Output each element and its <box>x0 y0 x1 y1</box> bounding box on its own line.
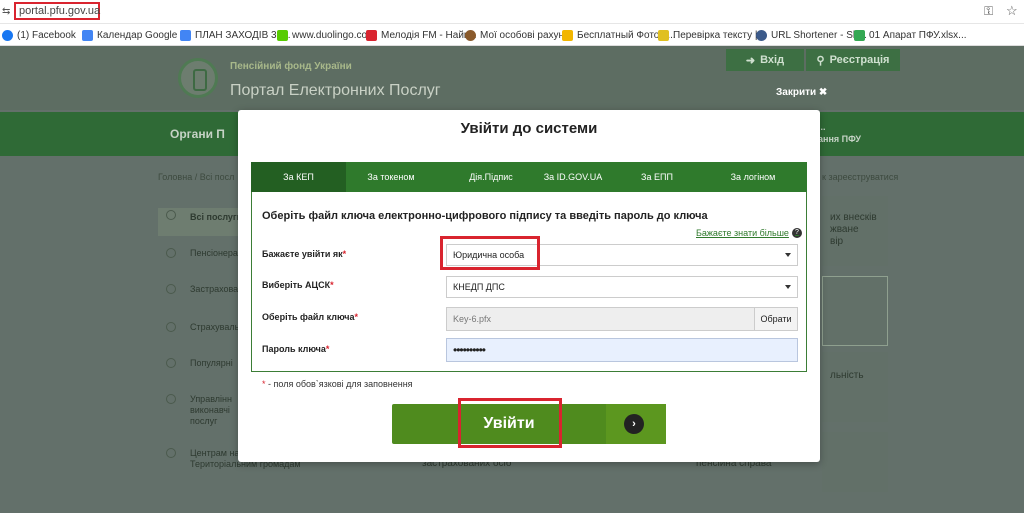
bookmark-facebook[interactable]: (1) Facebook <box>2 27 76 43</box>
question-icon <box>166 358 176 368</box>
sidebar-item-popular[interactable]: Популярні <box>158 356 240 376</box>
bookmark-textcheck[interactable]: Перевірка тексту |... <box>658 27 766 43</box>
tab-login[interactable]: За логіном <box>699 162 807 192</box>
people-icon <box>166 448 176 458</box>
address-bar: ⇆ portal.pfu.gov.ua ⚿ ☆ <box>0 0 1024 24</box>
tab-kep[interactable]: За КЕП <box>251 162 346 192</box>
tab-token[interactable]: За токеном <box>346 162 436 192</box>
register-hint[interactable]: к зареєструватися <box>822 172 898 182</box>
service-card[interactable] <box>822 276 888 346</box>
list-icon <box>166 210 176 220</box>
role-label: Бажаєте увійти як* <box>262 249 347 259</box>
sidebar-item-insured[interactable]: Застрахова <box>158 282 240 302</box>
info-icon <box>166 322 176 332</box>
bookmark-melodia[interactable]: Мелодія FM - Найк... <box>366 27 477 43</box>
annotation-highlight <box>458 398 562 448</box>
doc-icon <box>180 29 191 41</box>
acsk-select[interactable]: КНЕДП ДПС <box>446 276 798 298</box>
form-heading: Оберіть файл ключа електронно-цифрового … <box>262 210 708 222</box>
password-label: Пароль ключа* <box>262 344 330 354</box>
acsk-label: Виберіть АЦСК* <box>262 280 334 290</box>
nav-organs[interactable]: Органи П <box>170 127 225 141</box>
site-info-icon[interactable]: ⇆ <box>2 6 10 17</box>
sidebar-item-insurer[interactable]: Страхувальн <box>158 320 244 340</box>
bookmark-plan[interactable]: ПЛАН ЗАХОДІВ 35... <box>180 27 290 43</box>
submit-arrow-zone[interactable]: › <box>606 404 666 444</box>
sidebar-item-all[interactable]: Всі послуги <box>158 208 242 236</box>
key-file-input[interactable]: Key-6.pfx <box>446 307 798 331</box>
service-card[interactable]: льність <box>822 352 888 422</box>
accounts-icon <box>465 29 476 41</box>
login-icon: ➜ <box>745 54 756 67</box>
sidebar-item-management[interactable]: Управлінн виконавчі послуг <box>158 392 240 432</box>
bookmark-calendar[interactable]: Календар Google -... <box>82 27 192 43</box>
more-info-link[interactable]: Бажаєте знати більше? <box>696 228 802 238</box>
bookmarks-bar: (1) Facebook Календар Google -... ПЛАН З… <box>0 24 1024 46</box>
breadcrumb[interactable]: Головна / Всі посл <box>158 172 234 182</box>
mail-icon <box>166 248 176 258</box>
facebook-icon <box>2 29 13 41</box>
bookmark-xlsx[interactable]: 01 Апарат ПФУ.xlsx... <box>854 27 967 43</box>
link-icon <box>756 29 767 41</box>
doc-icon <box>166 284 176 294</box>
pfu-name: Пенсійний фонд України <box>230 61 352 72</box>
duolingo-icon <box>277 29 288 41</box>
close-modal-link[interactable]: Закрити ✖ <box>776 87 827 98</box>
photoshop-icon <box>562 29 573 41</box>
building-icon <box>166 394 176 404</box>
chevron-down-icon <box>785 253 791 257</box>
login-modal: Увійти до системи За КЕП За токеном Дія.… <box>238 110 820 462</box>
melodia-icon <box>366 29 377 41</box>
sidebar-item-pensioner[interactable]: Пенсіонера <box>158 246 240 266</box>
service-card[interactable] <box>822 432 888 492</box>
file-label: Оберіть файл ключа* <box>262 312 359 322</box>
login-button[interactable]: ➜ Вхід <box>726 49 804 71</box>
sidebar: Всі послуги Пенсіонера Застрахова Страху… <box>158 196 323 496</box>
url-field[interactable]: portal.pfu.gov.ua <box>14 2 100 20</box>
textcheck-icon <box>658 29 669 41</box>
portal-title: Портал Електронних Послуг <box>230 82 441 99</box>
chevron-down-icon <box>785 285 791 289</box>
required-note: * - поля обов`язкові для заповнення <box>262 379 413 389</box>
nav-pfu-right[interactable]: ... ання ПФУ <box>818 121 861 145</box>
drive-icon <box>854 29 865 41</box>
kep-form: Оберіть файл ключа електронно-цифрового … <box>251 192 807 372</box>
browse-button[interactable]: Обрати <box>754 307 798 331</box>
bookmark-accounts[interactable]: Мої особові рахун... <box>465 27 572 43</box>
password-field[interactable]: •••••••••• <box>446 338 798 362</box>
bookmark-url-shortener[interactable]: URL Shortener - Sh... <box>756 27 867 43</box>
annotation-highlight <box>440 236 540 270</box>
pfu-logo-icon <box>178 58 218 98</box>
auth-tabs: За КЕП За токеном Дія.Підпис За ID.GOV.U… <box>251 162 807 192</box>
calendar-icon <box>82 29 93 41</box>
bookmark-duolingo[interactable]: www.duolingo.com <box>277 27 375 43</box>
modal-title: Увійти до системи <box>460 120 598 137</box>
submit-login-button[interactable]: Увійти › <box>392 398 666 448</box>
service-card[interactable]: их внесків жване вір <box>822 196 888 266</box>
tab-id-gov[interactable]: За ID.GOV.UA <box>531 162 615 192</box>
tab-diia[interactable]: Дія.Підпис <box>436 162 546 192</box>
question-icon: ? <box>791 228 802 238</box>
key-icon[interactable]: ⚿ <box>984 4 993 19</box>
arrow-right-icon: › <box>624 414 644 434</box>
bookmark-star-icon[interactable]: ☆ <box>1006 3 1018 19</box>
register-icon: ⚲ <box>816 54 825 67</box>
register-button[interactable]: ⚲ Реєстрація <box>806 49 900 71</box>
sidebar-item-centers[interactable]: Центрам на соціальних послуг / Територіа… <box>158 446 323 486</box>
tab-epp[interactable]: За ЕПП <box>615 162 699 192</box>
